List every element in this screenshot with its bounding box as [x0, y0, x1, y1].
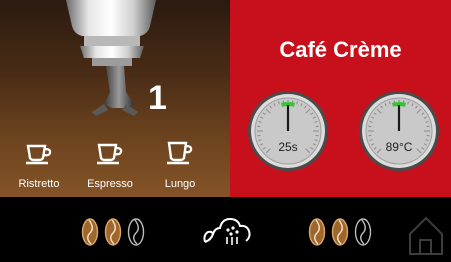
coffee-bean-strength-icon	[81, 218, 145, 246]
ristretto-button[interactable]: Ristretto	[4, 138, 74, 196]
drink-title: Café Crème	[279, 37, 402, 62]
coffee-bean-strength-icon	[308, 218, 372, 246]
left-strength-button[interactable]	[80, 217, 152, 247]
bottom-bar	[0, 197, 451, 262]
coffee-bean-icon	[308, 218, 326, 246]
temperature-gauge-dial-icon	[359, 91, 439, 171]
steam-cloud-icon	[203, 217, 251, 245]
coffee-bean-icon	[331, 218, 349, 246]
temperature-value: 89°C	[385, 140, 413, 154]
brew-panel: 1 Ristretto Espresso Lungo	[0, 0, 230, 197]
home-icon	[409, 216, 443, 255]
lungo-button[interactable]: Lungo	[145, 138, 215, 196]
home-button[interactable]	[406, 214, 446, 256]
cup-label-lungo: Lungo	[164, 178, 196, 190]
cup-small-icon	[26, 144, 52, 165]
espresso-button[interactable]: Espresso	[75, 138, 145, 196]
time-gauge-dial-icon	[248, 91, 328, 171]
coffee-bean-icon	[127, 218, 145, 246]
cup-count: 1	[148, 79, 167, 117]
coffee-bean-icon	[81, 218, 99, 246]
coffee-bean-icon	[104, 218, 122, 246]
right-strength-button[interactable]	[307, 217, 379, 247]
cup-medium-icon	[97, 143, 123, 165]
time-gauge[interactable]: 25s	[247, 90, 329, 172]
coffee-bean-icon	[354, 218, 372, 246]
coffee-machine-screen: 1 Ristretto Espresso Lungo Café Crème 25…	[0, 0, 451, 262]
steam-button[interactable]	[203, 216, 255, 248]
time-value: 25s	[278, 140, 298, 154]
cup-large-icon	[167, 141, 193, 165]
temperature-gauge[interactable]: 89°C	[358, 90, 440, 172]
drink-panel: Café Crème 25s 89°C	[230, 0, 451, 197]
cup-label-ristretto: Ristretto	[18, 178, 60, 190]
cup-label-espresso: Espresso	[87, 178, 133, 190]
